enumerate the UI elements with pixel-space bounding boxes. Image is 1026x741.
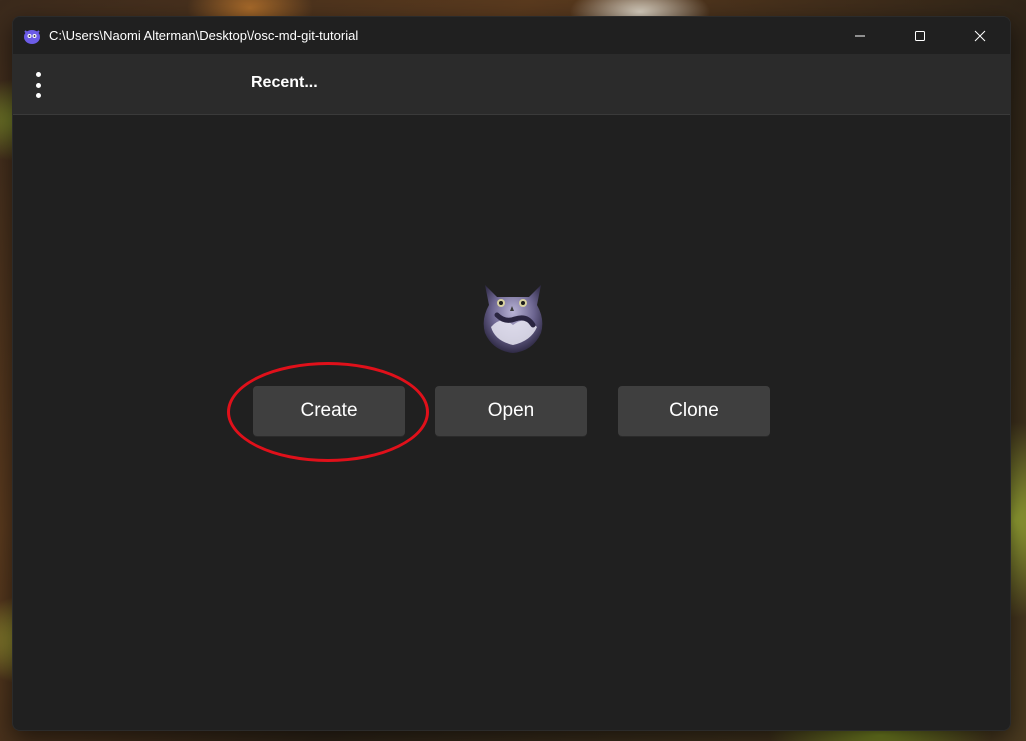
title-bar[interactable]: C:\Users\Naomi Alterman\Desktop\/osc-md-… [13, 17, 1010, 54]
close-button[interactable] [950, 17, 1010, 54]
open-button[interactable]: Open [435, 386, 587, 436]
recent-menu[interactable]: Recent... [251, 74, 318, 92]
minimize-button[interactable] [830, 17, 890, 54]
toolbar: Recent... [13, 54, 1010, 115]
owl-app-icon [23, 27, 41, 45]
close-icon [974, 30, 986, 41]
window-title: C:\Users\Naomi Alterman\Desktop\/osc-md-… [49, 28, 359, 43]
main-content: Create Open Clone [13, 115, 1010, 729]
minimize-icon [855, 35, 865, 36]
window-controls [830, 17, 1010, 54]
create-button[interactable]: Create [253, 386, 405, 436]
maximize-button[interactable] [890, 17, 950, 54]
kebab-menu-icon[interactable] [31, 72, 45, 98]
maximize-icon [915, 30, 925, 41]
app-window: C:\Users\Naomi Alterman\Desktop\/osc-md-… [12, 16, 1011, 731]
owl-logo [471, 275, 555, 359]
clone-button[interactable]: Clone [618, 386, 770, 436]
